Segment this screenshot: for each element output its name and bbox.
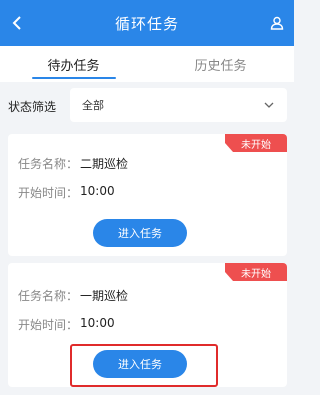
tab-history[interactable]: 历史任务: [147, 46, 294, 82]
chevron-left-icon: [12, 16, 21, 30]
task-name-label: 任务名称：: [18, 289, 79, 303]
task-start-label: 开始时间：: [18, 318, 79, 332]
status-badge: 未开始: [225, 134, 287, 152]
task-name-row: 任务名称： 二期巡检: [18, 155, 128, 172]
task-name-value: 二期巡检: [80, 157, 129, 171]
app-header: 循环任务: [0, 0, 294, 46]
task-tabs: 待办任务 历史任务: [0, 46, 294, 82]
page-title: 循环任务: [114, 14, 179, 33]
task-name-label: 任务名称：: [18, 157, 79, 171]
task-start-row: 开始时间： 10:00: [18, 316, 115, 333]
task-name-row: 任务名称： 一期巡检: [18, 287, 128, 304]
task-card: 未开始 任务名称： 一期巡检 开始时间： 10:00 进入任务: [8, 263, 287, 387]
task-card: 未开始 任务名称： 二期巡检 开始时间： 10:00 进入任务: [8, 134, 287, 256]
status-filter-value: 全部: [82, 99, 104, 112]
task-start-row: 开始时间： 10:00: [18, 184, 115, 201]
enter-task-button[interactable]: 进入任务: [93, 350, 187, 378]
status-filter-select[interactable]: 全部: [70, 88, 287, 122]
enter-task-button[interactable]: 进入任务: [93, 219, 187, 247]
tab-pending[interactable]: 待办任务: [0, 46, 147, 82]
status-badge: 未开始: [225, 263, 287, 281]
status-filter-label: 状态筛选: [8, 99, 57, 114]
user-button[interactable]: [266, 12, 288, 34]
task-start-value: 10:00: [80, 184, 115, 198]
chevron-down-icon: [264, 102, 274, 108]
task-name-value: 一期巡检: [80, 289, 129, 303]
task-start-value: 10:00: [80, 316, 115, 330]
back-button[interactable]: [6, 11, 30, 35]
user-icon: [270, 16, 284, 30]
status-filter-row: 状态筛选 全部: [0, 82, 294, 130]
task-start-label: 开始时间：: [18, 186, 79, 200]
